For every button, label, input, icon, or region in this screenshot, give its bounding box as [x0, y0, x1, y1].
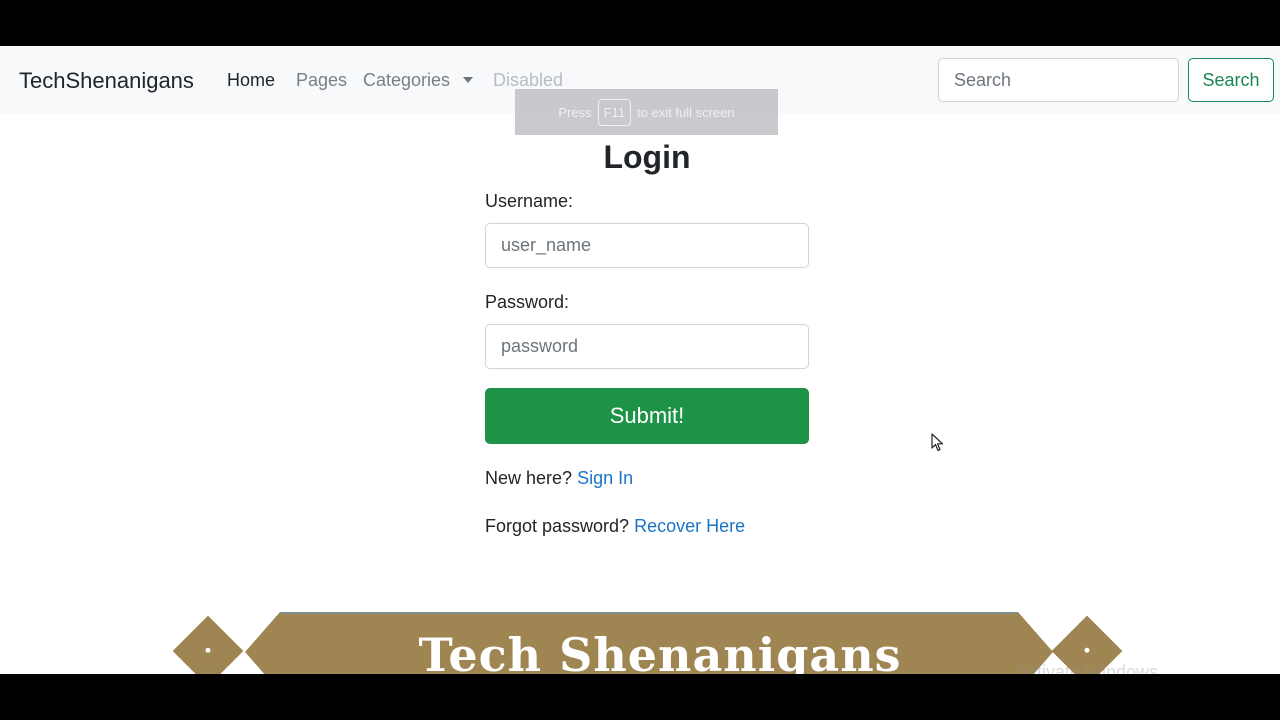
- new-here-line: New here? Sign In: [485, 468, 633, 489]
- login-title: Login: [603, 139, 691, 175]
- fullscreen-notice-suffix: to exit full screen: [637, 104, 735, 120]
- nav-pages[interactable]: Pages: [296, 70, 347, 91]
- activate-windows-watermark: Activate Windows: [1016, 662, 1159, 674]
- username-field[interactable]: [485, 223, 809, 268]
- letterbox-top: [0, 0, 1280, 46]
- fullscreen-notice: Press F11 to exit full screen: [515, 89, 778, 135]
- forgot-password-line: Forgot password? Recover Here: [485, 516, 745, 537]
- letterbox-bottom: [0, 674, 1280, 720]
- mouse-cursor-icon: [931, 433, 944, 452]
- recover-link[interactable]: Recover Here: [634, 516, 745, 536]
- submit-button[interactable]: Submit!: [485, 388, 809, 444]
- username-label: Username:: [485, 191, 574, 211]
- new-here-text: New here?: [485, 468, 573, 488]
- banner-top-edge: [280, 612, 1018, 614]
- nav-home[interactable]: Home: [227, 70, 275, 91]
- nav-categories-dropdown[interactable]: Categories: [363, 70, 450, 91]
- f11-key: F11: [597, 98, 632, 126]
- brand-logo[interactable]: TechShenanigans: [19, 68, 194, 94]
- nav-disabled: Disabled: [493, 70, 564, 90]
- forgot-password-text: Forgot password?: [485, 516, 630, 536]
- sign-in-link[interactable]: Sign In: [577, 468, 633, 488]
- fullscreen-notice-prefix: Press: [558, 104, 592, 120]
- search-input[interactable]: [938, 58, 1179, 102]
- search-button[interactable]: Search: [1188, 58, 1274, 102]
- password-label: Password:: [485, 292, 570, 312]
- browser-viewport: TechShenanigans Home Pages Categories Di…: [0, 46, 1280, 674]
- password-field[interactable]: [485, 324, 809, 369]
- chevron-down-icon[interactable]: [463, 77, 473, 83]
